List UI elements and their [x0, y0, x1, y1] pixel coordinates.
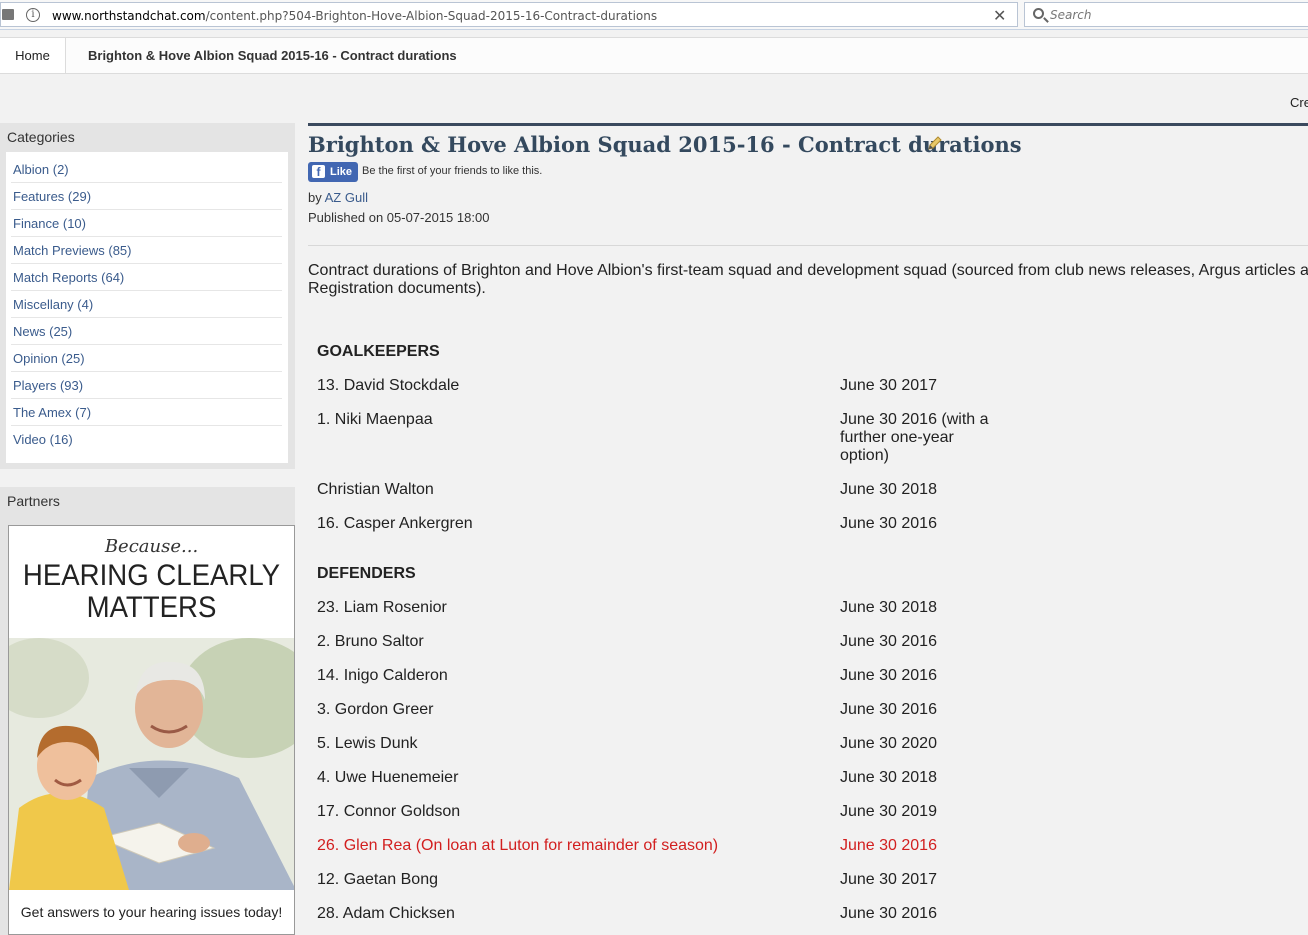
- published-date: Published on 05-07-2015 18:00: [308, 210, 490, 225]
- player-name: 5. Lewis Dunk: [317, 735, 418, 752]
- player-name: 2. Bruno Saltor: [317, 633, 424, 650]
- player-name: 28. Adam Chicksen: [317, 905, 455, 922]
- list-item: Video (16): [11, 426, 282, 453]
- category-link[interactable]: Opinion (25): [11, 345, 85, 366]
- author-link[interactable]: AZ Gull: [325, 190, 368, 205]
- list-item: Players (93): [11, 372, 282, 399]
- ad-photo: [9, 638, 294, 890]
- contract-expiry: June 30 2016: [840, 701, 937, 718]
- player-name: 12. Gaetan Bong: [317, 871, 438, 888]
- url-domain: www.northstandchat.com: [52, 9, 206, 23]
- url-text[interactable]: www.northstandchat.com/content.php?504-B…: [52, 9, 657, 23]
- category-link[interactable]: Miscellany (4): [11, 291, 93, 312]
- list-item: News (25): [11, 318, 282, 345]
- close-icon[interactable]: ✕: [993, 6, 1006, 25]
- article-intro: Contract durations of Brighton and Hove …: [308, 262, 1308, 297]
- section-heading-defenders: DEFENDERS: [317, 565, 416, 582]
- page-icon: [2, 9, 14, 20]
- facebook-like-label: Like: [330, 166, 353, 178]
- ad-photo-illustration: [9, 638, 294, 890]
- contract-expiry: June 30 2016: [840, 905, 937, 922]
- player-name: 4. Uwe Huenemeier: [317, 769, 459, 786]
- contract-expiry: June 30 2020: [840, 735, 937, 752]
- list-item: The Amex (7): [11, 399, 282, 426]
- contract-expiry: June 30 2019: [840, 803, 937, 820]
- list-item: Finance (10): [11, 210, 282, 237]
- breadcrumb: Home Brighton & Hove Albion Squad 2015-1…: [0, 37, 1308, 74]
- contract-expiry: June 30 2016 (with a further one-year op…: [840, 411, 989, 464]
- player-name: 14. Inigo Calderon: [317, 667, 448, 684]
- ad-headline-line1: HEARING CLEARLY: [22, 559, 281, 592]
- contract-expiry: June 30 2018: [840, 769, 937, 786]
- info-icon[interactable]: i: [26, 8, 40, 22]
- categories-block: Categories Albion (2) Features (29) Fina…: [0, 123, 295, 469]
- player-name: 16. Casper Ankergren: [317, 515, 473, 532]
- list-item: Albion (2): [11, 156, 282, 183]
- category-link[interactable]: Features (29): [11, 183, 91, 204]
- contract-expiry: June 30 2016: [840, 633, 937, 650]
- byline: by AZ Gull: [308, 190, 368, 205]
- category-link[interactable]: The Amex (7): [11, 399, 91, 420]
- list-item: Opinion (25): [11, 345, 282, 372]
- category-link[interactable]: News (25): [11, 318, 72, 339]
- player-name: 26. Glen Rea (On loan at Luton for remai…: [317, 837, 719, 854]
- contract-expiry: June 30 2017: [840, 871, 937, 888]
- pencil-icon[interactable]: [927, 135, 943, 156]
- browser-toolbar: i www.northstandchat.com/content.php?504…: [0, 0, 1308, 30]
- divider: [308, 245, 1308, 246]
- player-name: 1. Niki Maenpaa: [317, 411, 433, 428]
- search-input[interactable]: Search: [1024, 2, 1308, 27]
- category-link[interactable]: Match Previews (85): [11, 237, 131, 258]
- list-item: Features (29): [11, 183, 282, 210]
- contract-expiry: June 30 2018: [840, 599, 937, 616]
- section-heading-goalkeepers: GOALKEEPERS: [317, 343, 440, 360]
- address-bar[interactable]: i www.northstandchat.com/content.php?504…: [0, 2, 1018, 27]
- search-placeholder: Search: [1050, 8, 1092, 22]
- player-name: 17. Connor Goldson: [317, 803, 461, 820]
- list-item: Miscellany (4): [11, 291, 282, 318]
- category-link[interactable]: Players (93): [11, 372, 83, 393]
- contract-expiry: June 30 2016: [840, 667, 937, 684]
- page-title: Brighton & Hove Albion Squad 2015-16 - C…: [308, 132, 1022, 157]
- ad-because-text: Because...: [104, 536, 199, 557]
- partners-block: Partners Because... HEARING CLEARLY MATT…: [0, 487, 295, 935]
- category-link[interactable]: Albion (2): [11, 156, 69, 177]
- categories-title: Categories: [7, 129, 75, 145]
- player-name: 23. Liam Rosenior: [317, 599, 447, 616]
- search-icon: [1033, 8, 1044, 19]
- partner-ad-banner[interactable]: Because... HEARING CLEARLY MATTERS Get a…: [8, 525, 295, 935]
- category-link[interactable]: Match Reports (64): [11, 264, 124, 285]
- player-name: 3. Gordon Greer: [317, 701, 434, 718]
- facebook-like-button[interactable]: f Like: [308, 162, 358, 182]
- facebook-icon: f: [312, 165, 325, 179]
- article-top-rule: [308, 123, 1308, 126]
- breadcrumb-home-link[interactable]: Home: [0, 38, 66, 73]
- facebook-like-text: Be the first of your friends to like thi…: [362, 165, 543, 177]
- ad-headline-line2: MATTERS: [86, 591, 217, 624]
- category-link[interactable]: Video (16): [11, 426, 73, 447]
- player-name: 13. David Stockdale: [317, 377, 460, 394]
- breadcrumb-current: Brighton & Hove Albion Squad 2015-16 - C…: [88, 48, 457, 63]
- category-link[interactable]: Finance (10): [11, 210, 86, 231]
- contract-expiry: June 30 2017: [840, 377, 937, 394]
- categories-list: Albion (2) Features (29) Finance (10) Ma…: [6, 152, 288, 463]
- contract-expiry: June 30 2016: [840, 515, 937, 532]
- list-item: Match Previews (85): [11, 237, 282, 264]
- partners-title: Partners: [7, 493, 60, 509]
- ad-headline: HEARING CLEARLY MATTERS: [20, 560, 282, 624]
- create-link[interactable]: Cre: [1290, 95, 1308, 110]
- url-path: /content.php?504-Brighton-Hove-Albion-Sq…: [205, 9, 658, 23]
- contract-expiry: June 30 2016: [840, 837, 937, 854]
- player-name: Christian Walton: [317, 481, 434, 498]
- list-item: Match Reports (64): [11, 264, 282, 291]
- contract-expiry: June 30 2018: [840, 481, 937, 498]
- ad-tagline: Get answers to your hearing issues today…: [20, 904, 283, 920]
- byline-prefix: by: [308, 190, 322, 205]
